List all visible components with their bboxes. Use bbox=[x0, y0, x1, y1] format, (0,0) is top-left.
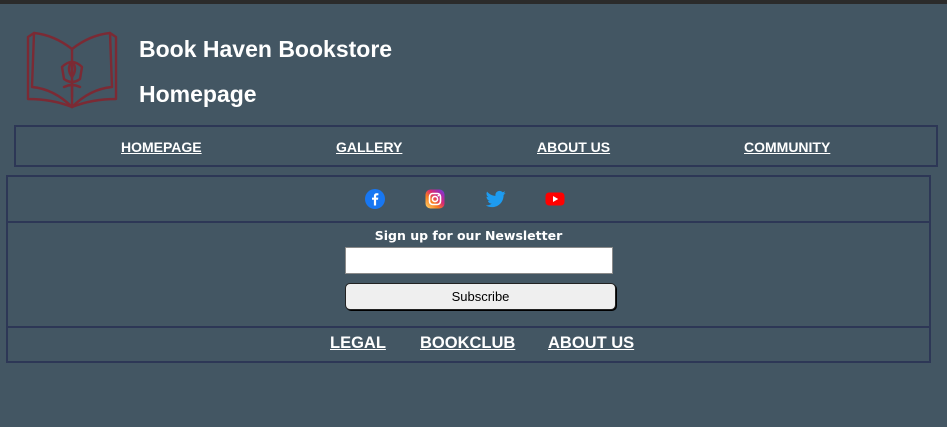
nav-link-homepage[interactable]: HOMEPAGE bbox=[121, 139, 202, 155]
page-title: Homepage bbox=[139, 81, 257, 107]
subscribe-button[interactable]: Subscribe bbox=[345, 283, 616, 310]
footer-link-about-us[interactable]: ABOUT US bbox=[548, 334, 634, 352]
bookstore-logo-icon bbox=[26, 31, 118, 109]
newsletter-heading: Sign up for our Newsletter bbox=[374, 228, 563, 243]
footer-divider-top bbox=[8, 221, 929, 223]
footer-link-bookclub[interactable]: BOOKCLUB bbox=[420, 334, 515, 352]
site-title: Book Haven Bookstore bbox=[139, 36, 393, 62]
facebook-icon[interactable] bbox=[365, 189, 385, 209]
nav-link-about-us[interactable]: ABOUT US bbox=[537, 139, 610, 155]
newsletter-email-input[interactable] bbox=[345, 247, 613, 274]
window-top-strip bbox=[0, 0, 947, 4]
page-footer: Sign up for our Newsletter Subscribe LEG… bbox=[6, 175, 931, 363]
footer-link-legal[interactable]: LEGAL bbox=[330, 334, 386, 352]
youtube-icon[interactable] bbox=[545, 189, 565, 209]
nav-link-community[interactable]: COMMUNITY bbox=[744, 139, 830, 155]
main-nav: HOMEPAGE GALLERY ABOUT US COMMUNITY bbox=[14, 125, 938, 167]
nav-link-gallery[interactable]: GALLERY bbox=[336, 139, 402, 155]
footer-divider-bottom bbox=[8, 326, 929, 328]
twitter-icon[interactable] bbox=[486, 189, 506, 209]
instagram-icon[interactable] bbox=[425, 189, 445, 209]
